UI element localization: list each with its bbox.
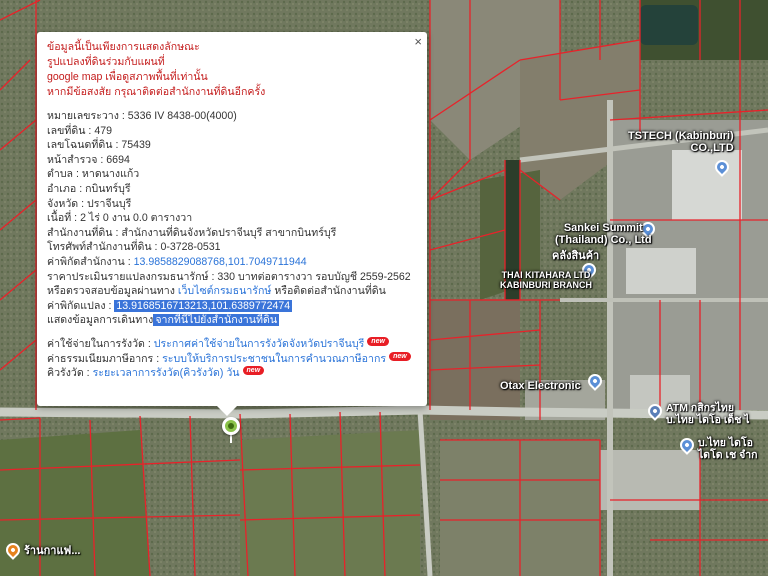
field-value: สำนักงานที่ดินจังหวัดปราจีนบุรี สาขากบิน… <box>121 226 337 239</box>
field-key: หมายเลขระวาง <box>47 110 119 122</box>
pond <box>640 5 698 45</box>
office-coord-row: ค่าพิกัดสำนักงาน : 13.98588290887​68,101… <box>47 255 307 268</box>
fee-key: ค่าธรรมเนียมภาษีอากร <box>47 352 154 365</box>
fee-link[interactable]: ระยะเวลาการรังวัด(คิวรังวัด) วัน <box>93 367 240 379</box>
close-icon[interactable]: × <box>414 34 422 49</box>
poi-warehouse-label[interactable]: คลังสินค้า <box>552 250 599 262</box>
poi-daido-label[interactable]: บ.ไทย ไดโอ ไดโด เช จำก <box>698 437 758 461</box>
new-badge: new <box>242 366 265 376</box>
poi-otax-label[interactable]: Otax Electronic <box>500 380 581 392</box>
field-key: หน้าสำรวจ <box>47 153 98 166</box>
parcel-marker-icon[interactable] <box>222 417 240 435</box>
fee-link[interactable]: ประกาศค่าใช้จ่ายในการรังวัดจังหวัดปราจีน… <box>154 338 365 350</box>
parcel-coord-selected[interactable]: 13.91685167132​13,101.6389772474 <box>114 299 293 312</box>
poi-cafe-label[interactable]: ร้านกาแฟ... <box>24 545 81 557</box>
field-value: 2 ไร่ 0 งาน 0.0 ตารางวา <box>80 212 193 225</box>
fee-row: ค่าธรรมเนียมภาษีอากร : ระบบให้บริการประช… <box>47 351 417 367</box>
notice-line: google map เพื่อดูสภาพพื้นที่เท่านั้น <box>47 71 208 83</box>
field-value: กบินทร์บุรี <box>85 182 131 195</box>
field-value: 6694 <box>106 153 130 166</box>
field-row: เนื้อที่ : 2 ไร่ 0 งาน 0.0 ตารางวา <box>47 212 193 225</box>
fee-key: คิวรังวัด <box>47 367 84 380</box>
field-row: หน้าสำรวจ : 6694 <box>47 153 130 166</box>
field-row: สำนักงานที่ดิน : สำนักงานที่ดินจังหวัดปร… <box>47 226 337 239</box>
field-row: ตำบล : หาดนางแก้ว <box>47 168 140 181</box>
treasury-website-link[interactable]: เว็บไซต์กรมธนารักษ์ <box>178 285 272 297</box>
field-key: อำเภอ <box>47 182 77 195</box>
price-row: ราคาประเมินรายแปลงกรมธนารักษ์ : 330 บาทต… <box>47 270 411 283</box>
disclaimer-notice: ข้อมูลนี้เป็นเพียงการแสดงลักษณะ รูปแปลงท… <box>47 40 417 100</box>
field-row: เลขโฉนดที่ดิน : 75439 <box>47 139 151 152</box>
parcel-coord-row: ค่าพิกัดแปลง : 13.91685167132​13,101.638… <box>47 299 293 312</box>
new-badge: new <box>367 336 389 346</box>
field-key: ตำบล <box>47 168 74 181</box>
field-value: 479 <box>94 124 112 137</box>
field-value: ปราจีนบุรี <box>87 197 132 210</box>
field-row: หมายเลขระวาง : 5336 IV 8438-00(4000) <box>47 110 237 122</box>
field-key: เนื้อที่ <box>47 212 72 225</box>
field-key: เลขโฉนดที่ดิน <box>47 139 113 152</box>
fee-key: ค่าใช้จ่ายในการรังวัด <box>47 337 145 350</box>
fee-row: คิวรังวัด : ระยะเวลาการรังวัด(คิวรังวัด)… <box>47 366 417 381</box>
field-row: เลขที่ดิน : 479 <box>47 124 112 137</box>
route-row: แสดงข้อมูลการเดินทาง จากที่นี่ไปยังสำนักง… <box>47 314 280 327</box>
poi-tstech-label[interactable]: TSTECH (Kabinburi) CO.,LTD <box>628 130 734 154</box>
field-key: จังหวัด <box>47 197 79 210</box>
field-row: โทรศัพท์สำนักงานที่ดิน : 0-3728-0531 <box>47 241 221 254</box>
poi-atm-label[interactable]: ATM กสิกรไทย บ.ไทย ไดโอ เด็ช ไ <box>666 402 750 426</box>
building-daido <box>600 450 700 510</box>
fee-row: ค่าใช้จ่ายในการรังวัด : ประกาศค่าใช้จ่าย… <box>47 336 417 352</box>
field-key: เลขที่ดิน <box>47 124 86 137</box>
new-badge: new <box>389 351 411 361</box>
field-value: 5336 IV 8438-00(4000) <box>127 110 237 122</box>
building-kitahara <box>626 248 696 294</box>
parcel-fields: หมายเลขระวาง : 5336 IV 8438-00(4000) เลขท… <box>47 109 417 255</box>
field-key: โทรศัพท์สำนักงานที่ดิน <box>47 241 152 254</box>
parcel-info-popup: × ข้อมูลนี้เป็นเพียงการแสดงลักษณะ รูปแปล… <box>37 32 427 416</box>
route-link[interactable]: จากที่นี่ไปยังสำนักงานที่ดิน <box>153 314 280 327</box>
check-row: หรือตรวจสอบข้อมูลผ่านทาง เว็บไซต์กรมธนาร… <box>47 285 386 298</box>
field-value: 0-3728-0531 <box>160 241 221 254</box>
office-coord-link[interactable]: 13.98588290887​68,101.7049711944 <box>134 256 307 268</box>
poi-kitahara-label[interactable]: THAI KITAHARA LTD KABINBURI BRANCH <box>500 270 592 290</box>
building-tstech <box>672 150 742 220</box>
notice-line: รูปแปลงที่ดินร่วมกับแผนที่ <box>47 56 165 68</box>
poi-sankei-label[interactable]: Sankei Summit (Thailand) Co., Ltd <box>555 222 652 246</box>
field-value: 75439 <box>121 139 151 152</box>
field-key: สำนักงานที่ดิน <box>47 226 113 239</box>
notice-line: ข้อมูลนี้เป็นเพียงการแสดงลักษณะ <box>47 41 200 53</box>
field-row: จังหวัด : ปราจีนบุรี <box>47 197 132 210</box>
fee-link[interactable]: ระบบให้บริการประชาชนในการคำนวณภาษีอากร <box>162 353 386 365</box>
notice-line: หากมีข้อสงสัย กรุณาติดต่อสำนักงานที่ดินอ… <box>47 86 266 98</box>
field-row: อำเภอ : กบินทร์บุรี <box>47 182 131 195</box>
fee-links: ค่าใช้จ่ายในการรังวัด : ประกาศค่าใช้จ่าย… <box>47 336 417 381</box>
field-value: หาดนางแก้ว <box>81 168 140 181</box>
